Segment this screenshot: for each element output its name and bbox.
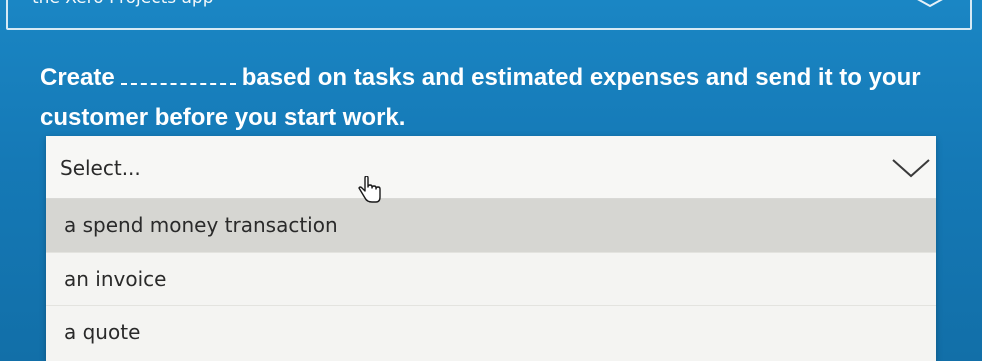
chevron-down-icon: [917, 0, 943, 8]
answer-blank: [120, 65, 236, 85]
question-before-blank: Create: [40, 64, 115, 91]
option-label: a quote: [64, 320, 141, 344]
chevron-down-icon[interactable]: [891, 158, 931, 178]
select-header[interactable]: Select...: [46, 136, 936, 199]
answer-dropdown[interactable]: Select... a spend money transaction an i…: [46, 136, 936, 361]
option-spend-money-transaction[interactable]: a spend money transaction: [46, 199, 936, 252]
option-invoice[interactable]: an invoice: [46, 252, 936, 305]
option-label: a spend money transaction: [64, 213, 338, 237]
previous-answer-select[interactable]: the Xero Projects app: [6, 0, 972, 30]
hand-pointer-icon: [358, 176, 381, 203]
question-text: Create based on tasks and estimated expen…: [40, 58, 960, 138]
select-placeholder: Select...: [60, 156, 141, 180]
previous-answer-value: the Xero Projects app: [32, 0, 214, 8]
option-label: an invoice: [64, 267, 167, 291]
option-quote[interactable]: a quote: [46, 305, 936, 358]
